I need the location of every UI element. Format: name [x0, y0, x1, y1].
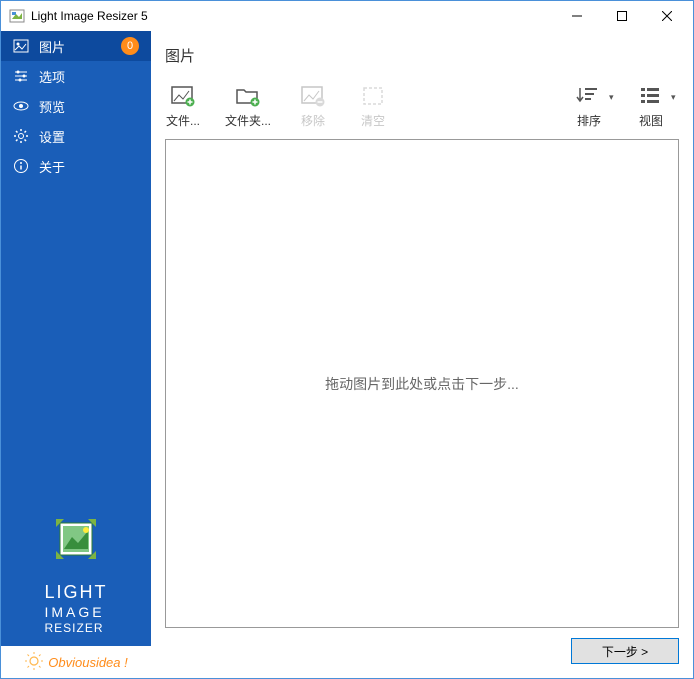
toolbar: 文件... 文件夹... 移除 清空: [165, 84, 679, 129]
sliders-icon: [13, 68, 29, 84]
drop-zone-hint: 拖动图片到此处或点击下一步...: [325, 374, 519, 394]
drop-zone[interactable]: 拖动图片到此处或点击下一步...: [165, 139, 679, 628]
page-title: 图片: [165, 45, 679, 66]
add-folder-button[interactable]: 文件夹...: [225, 84, 271, 129]
chevron-down-icon: ▾: [609, 92, 617, 103]
sidebar-item-about[interactable]: 关于: [1, 151, 151, 181]
chevron-down-icon: ▾: [671, 92, 679, 103]
minimize-button[interactable]: [554, 2, 599, 30]
app-icon: [9, 8, 25, 24]
tool-label: 移除: [301, 112, 325, 129]
sidebar-item-options[interactable]: 选项: [1, 61, 151, 91]
list-view-icon: [637, 84, 665, 108]
view-dropdown[interactable]: 视图 ▾: [633, 84, 679, 129]
remove-button: 移除: [295, 84, 331, 129]
sidebar-item-preview[interactable]: 预览: [1, 91, 151, 121]
sidebar-item-label: 关于: [39, 157, 139, 176]
close-button[interactable]: [644, 2, 689, 30]
app-logo-text: LIGHT IMAGE RESIZER: [44, 581, 107, 636]
add-file-button[interactable]: 文件...: [165, 84, 201, 129]
sidebar-item-label: 设置: [39, 127, 139, 146]
sidebar-item-images[interactable]: 图片 0: [1, 31, 151, 61]
maximize-button[interactable]: [599, 2, 644, 30]
count-badge: 0: [121, 37, 139, 55]
sidebar-item-label: 图片: [39, 37, 121, 56]
tool-label: 清空: [361, 112, 385, 129]
file-add-icon: [169, 84, 197, 108]
next-button[interactable]: 下一步 >: [571, 638, 679, 664]
tool-label: 文件...: [166, 112, 200, 129]
image-remove-icon: [299, 84, 327, 108]
bottom-bar: 下一步 >: [165, 634, 679, 668]
tool-label: 文件夹...: [225, 112, 271, 129]
clear-button: 清空: [355, 84, 391, 129]
window-title: Light Image Resizer 5: [31, 9, 554, 23]
tool-label: 排序: [577, 112, 601, 129]
sort-dropdown[interactable]: 排序 ▾: [571, 84, 617, 129]
sidebar-item-label: 预览: [39, 97, 139, 116]
main-panel: 图片 文件... 文件夹... 移除 清空: [151, 31, 693, 678]
app-logo: LIGHT IMAGE RESIZER: [1, 499, 151, 646]
sidebar-item-settings[interactable]: 设置: [1, 121, 151, 151]
eye-icon: [13, 98, 29, 114]
lightbulb-icon: [24, 652, 44, 672]
image-icon: [13, 38, 29, 54]
clear-icon: [359, 84, 387, 108]
folder-add-icon: [234, 84, 262, 108]
tool-label: 视图: [639, 112, 663, 129]
vendor-link[interactable]: Obviousidea !: [1, 646, 151, 678]
sidebar-item-label: 选项: [39, 67, 139, 86]
sort-icon: [575, 84, 603, 108]
titlebar: Light Image Resizer 5: [1, 1, 693, 31]
app-logo-image: [46, 509, 106, 569]
vendor-label: Obviousidea !: [48, 655, 128, 670]
gear-icon: [13, 128, 29, 144]
window-controls: [554, 2, 689, 30]
sidebar-nav: 图片 0 选项 预览 设置 关于: [1, 31, 151, 499]
info-icon: [13, 158, 29, 174]
sidebar: 图片 0 选项 预览 设置 关于: [1, 31, 151, 678]
